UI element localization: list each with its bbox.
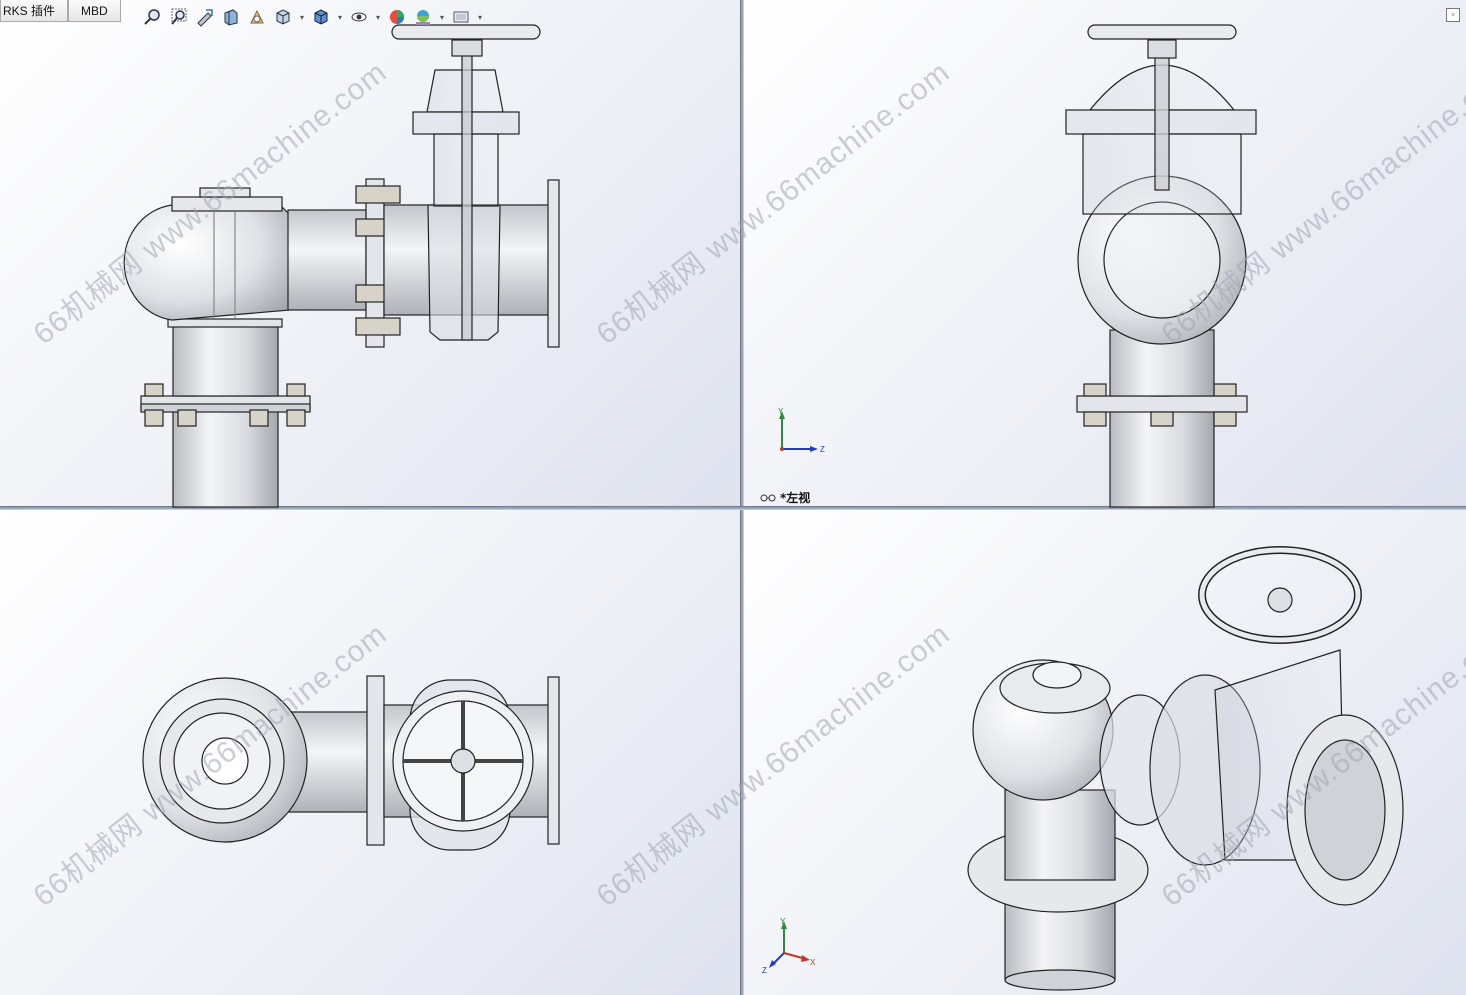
hide-show-dropdown-icon[interactable]: ▾: [374, 6, 382, 28]
isometric-view-model: [967, 546, 1404, 991]
apply-scene-icon[interactable]: [412, 6, 434, 28]
maximize-viewport-icon[interactable]: ▫: [1446, 8, 1460, 22]
zoom-to-area-icon[interactable]: [168, 6, 190, 28]
command-manager-tabs: RKS 插件 MBD: [0, 0, 121, 24]
dynamic-annotation-icon[interactable]: [246, 6, 268, 28]
tab-mbd[interactable]: MBD: [68, 0, 121, 22]
zoom-to-fit-icon[interactable]: [142, 6, 164, 28]
triad-iso-z-label: Z: [762, 966, 767, 975]
view-settings-icon[interactable]: [450, 6, 472, 28]
top-view-model: [142, 675, 560, 851]
triad-iso-x-label: X: [810, 958, 816, 967]
section-view-icon[interactable]: [220, 6, 242, 28]
view-triad-left: Y Z: [778, 407, 825, 454]
triad-z-label: Z: [820, 445, 825, 454]
view-name-label[interactable]: *左视: [760, 489, 810, 506]
view-orientation-dropdown-icon[interactable]: ▾: [298, 6, 306, 28]
previous-view-icon[interactable]: [194, 6, 216, 28]
view-orientation-icon[interactable]: [272, 6, 294, 28]
front-view-model: [123, 24, 560, 508]
view-settings-dropdown-icon[interactable]: ▾: [476, 6, 484, 28]
model-graphics: [123, 24, 1404, 991]
tab-rks-plugin[interactable]: RKS 插件: [0, 0, 69, 22]
hide-show-items-icon[interactable]: [348, 6, 370, 28]
display-style-icon[interactable]: [310, 6, 332, 28]
view-link-icon: [760, 494, 776, 501]
edit-appearance-icon[interactable]: [386, 6, 408, 28]
left-view-model: [1065, 24, 1257, 508]
triad-iso-y-label: Y: [780, 917, 786, 926]
view-triad-iso: Y X Z: [762, 917, 816, 975]
display-style-dropdown-icon[interactable]: ▾: [336, 6, 344, 28]
triad-y-label: Y: [778, 407, 784, 416]
view-name-text: *左视: [780, 491, 811, 505]
apply-scene-dropdown-icon[interactable]: ▾: [438, 6, 446, 28]
heads-up-view-toolbar: ▾ ▾ ▾ ▾ ▾: [142, 6, 484, 28]
